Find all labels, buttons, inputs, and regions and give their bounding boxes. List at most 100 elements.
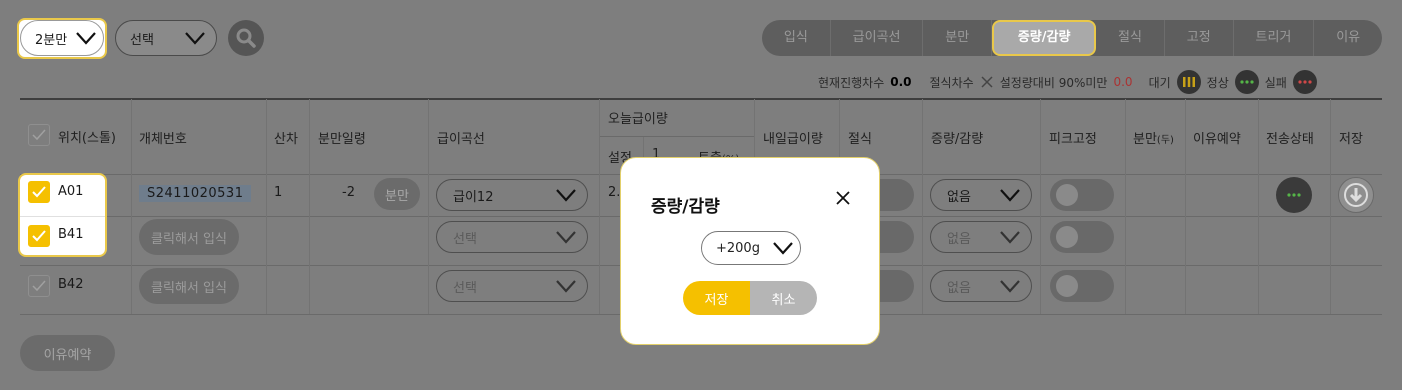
close-icon xyxy=(981,76,993,88)
header-parity: 산차 xyxy=(274,132,298,147)
header-weaning: 이유예약 xyxy=(1193,132,1241,147)
tab-weaning[interactable]: 이유 xyxy=(1314,20,1382,56)
col-divider xyxy=(599,99,600,314)
row-divider xyxy=(20,216,105,217)
row-id[interactable]: S2411020531 xyxy=(139,185,252,202)
col-divider xyxy=(428,99,429,314)
curve-select[interactable]: 선택 xyxy=(436,221,588,253)
fail-label: 실패 xyxy=(1264,75,1287,90)
tab-adjust[interactable]: 증량/감량 xyxy=(992,20,1097,56)
division-select[interactable]: 2분만 xyxy=(20,20,104,56)
header-position: 위치(스톨) xyxy=(58,131,116,146)
row-today-set: 2. xyxy=(608,185,621,200)
col-divider xyxy=(1040,99,1041,314)
curve-select-value: 선택 xyxy=(453,280,477,296)
row-position: B41 xyxy=(58,227,84,242)
col-divider xyxy=(1258,99,1259,314)
adjust-modal: 증량/감량 +200g 저장 취소 xyxy=(620,157,880,345)
header-days: 분만일령 xyxy=(318,132,366,147)
chevron-down-icon xyxy=(1000,280,1020,293)
col-divider xyxy=(1125,99,1126,314)
header-farrowing: 분만(두) xyxy=(1133,128,1174,147)
col-divider xyxy=(922,99,923,314)
header-farrowing-label: 분만 xyxy=(1133,132,1157,147)
peak-fixed-toggle[interactable] xyxy=(1050,270,1114,302)
search-icon xyxy=(236,28,256,48)
curve-select-value: 급이12 xyxy=(453,189,494,205)
check-icon xyxy=(32,186,46,198)
chevron-down-icon xyxy=(773,242,793,255)
tab-stocking[interactable]: 입식 xyxy=(762,20,831,56)
col-divider xyxy=(1330,99,1331,314)
header-transfer: 전송상태 xyxy=(1266,132,1314,147)
chevron-down-icon xyxy=(556,231,576,244)
chevron-down-icon xyxy=(1000,189,1020,202)
adjust-amount-value: +200g xyxy=(716,240,760,256)
header-subdivider xyxy=(600,136,754,137)
adjust-select-value: 없음 xyxy=(947,280,971,296)
col-divider xyxy=(309,99,310,314)
row-checkbox[interactable] xyxy=(28,275,50,297)
tab-feed-curve[interactable]: 급이곡선 xyxy=(831,20,924,56)
select-all-checkbox[interactable] xyxy=(28,124,50,146)
wait-label: 대기 xyxy=(1148,75,1171,90)
chevron-down-icon xyxy=(76,32,96,45)
tab-trigger[interactable]: 트리거 xyxy=(1234,20,1315,56)
header-today-group: 오늘급이량 xyxy=(608,112,668,127)
modal-button-group: 저장 취소 xyxy=(683,281,817,315)
curve-select[interactable]: 급이12 xyxy=(436,179,588,211)
normal-status-icon xyxy=(1287,193,1301,197)
col-divider xyxy=(1185,99,1186,314)
peak-fixed-toggle[interactable] xyxy=(1050,179,1114,211)
option-select-value: 선택 xyxy=(130,32,154,48)
row-position: B42 xyxy=(58,277,84,292)
header-id: 개체번호 xyxy=(139,132,187,147)
tab-fasting[interactable]: 절식 xyxy=(1096,20,1165,56)
check-icon xyxy=(32,230,46,242)
transfer-status-button[interactable] xyxy=(1276,177,1312,213)
header-fasting: 절식 xyxy=(848,132,872,147)
curve-select-value: 선택 xyxy=(453,231,477,247)
close-icon[interactable] xyxy=(835,190,851,206)
modal-save-button[interactable]: 저장 xyxy=(683,281,750,315)
chevron-down-icon xyxy=(556,280,576,293)
check-icon xyxy=(32,280,46,292)
save-row-button[interactable] xyxy=(1338,177,1374,213)
modal-cancel-button[interactable]: 취소 xyxy=(750,281,817,315)
chevron-down-icon xyxy=(556,189,576,202)
download-icon xyxy=(1344,183,1368,207)
header-peak: 피크고정 xyxy=(1049,132,1097,147)
stocking-button[interactable]: 클릭해서 입식 xyxy=(139,219,239,255)
normal-status-icon xyxy=(1234,70,1259,94)
row-checkbox[interactable] xyxy=(28,225,50,247)
header-curve: 급이곡선 xyxy=(437,132,485,147)
header-save: 저장 xyxy=(1339,132,1363,147)
current-round-value: 0.0 xyxy=(890,75,912,89)
row-checkbox[interactable] xyxy=(28,181,50,203)
current-round-label: 현재진행차수 xyxy=(818,75,885,90)
status-bar: 현재진행차수 0.0 절식차수 설정량대비 90%미만 0.0 대기 정상 실패 xyxy=(818,70,1317,94)
adjust-select[interactable]: 없음 xyxy=(930,179,1032,211)
adjust-amount-select[interactable]: +200g xyxy=(701,231,801,265)
chevron-down-icon xyxy=(1000,231,1020,244)
ratio-value: 0.0 xyxy=(1113,75,1133,89)
farrowing-button[interactable]: 분만 xyxy=(374,178,420,210)
peak-fixed-toggle[interactable] xyxy=(1050,221,1114,253)
wait-status-icon xyxy=(1176,70,1201,94)
option-select[interactable]: 선택 xyxy=(115,20,217,56)
adjust-select[interactable]: 없음 xyxy=(930,221,1032,253)
wean-reserve-button[interactable]: 이유예약 xyxy=(20,335,115,371)
row-position: A01 xyxy=(58,184,84,199)
row-parity: 1 xyxy=(274,185,283,200)
adjust-select[interactable]: 없음 xyxy=(930,270,1032,302)
stocking-button[interactable]: 클릭해서 입식 xyxy=(139,268,239,304)
tab-farrowing[interactable]: 분만 xyxy=(923,20,993,56)
col-divider xyxy=(131,99,132,314)
tab-fixed[interactable]: 고정 xyxy=(1165,20,1234,56)
fasting-round-label: 절식차수 xyxy=(929,75,974,90)
search-button[interactable] xyxy=(228,20,264,56)
header-adjust: 증량/감량 xyxy=(931,132,984,147)
table-top-border xyxy=(20,98,1382,100)
curve-select[interactable]: 선택 xyxy=(436,270,588,302)
col-divider xyxy=(266,99,267,314)
